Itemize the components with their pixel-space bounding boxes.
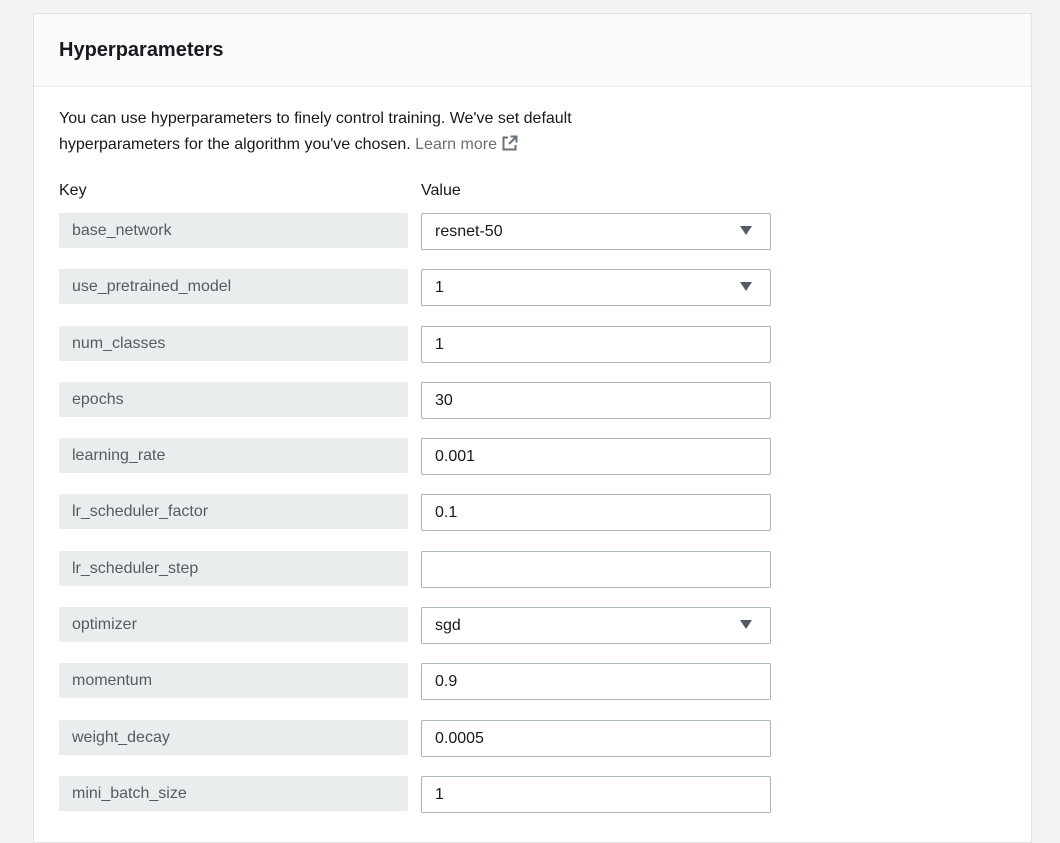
panel-title: Hyperparameters bbox=[59, 38, 224, 61]
hyperparameter-key: num_classes bbox=[59, 325, 408, 361]
hyperparameter-value: 0.9 bbox=[435, 673, 458, 691]
external-link-icon bbox=[501, 135, 518, 161]
hyperparameter-key: lr_scheduler_factor bbox=[59, 494, 408, 530]
hyperparameter-key: epochs bbox=[59, 381, 408, 417]
hyperparameter-key: optimizer bbox=[59, 607, 408, 643]
hyperparameter-value: 0.0005 bbox=[435, 729, 484, 747]
hyperparameter-key: lr_scheduler_step bbox=[59, 550, 408, 586]
hyperparameter-value-input[interactable]: 1 bbox=[421, 325, 771, 363]
hyperparameter-value-input[interactable]: 1 bbox=[421, 775, 771, 813]
hyperparameter-value-input[interactable] bbox=[421, 550, 771, 588]
learn-more-link[interactable]: Learn more bbox=[415, 135, 518, 153]
hyperparameters-panel: Hyperparameters You can use hyperparamet… bbox=[33, 13, 1032, 843]
value-column-header: Value bbox=[421, 182, 461, 199]
hyperparameter-value: sgd bbox=[435, 617, 461, 635]
hyperparameter-value: 0.001 bbox=[435, 448, 476, 466]
hyperparameter-value: 1 bbox=[435, 785, 444, 803]
hyperparameter-value-input[interactable]: 0.9 bbox=[421, 663, 771, 701]
caret-down-icon bbox=[740, 282, 752, 292]
panel-description-block: You can use hyperparameters to finely co… bbox=[59, 106, 679, 161]
hyperparameter-value: 1 bbox=[435, 335, 444, 353]
hyperparameter-value: 0.1 bbox=[435, 504, 458, 522]
hyperparameter-value: 1 bbox=[435, 279, 444, 297]
hyperparameter-value-input[interactable]: 0.001 bbox=[421, 438, 771, 476]
hyperparameter-value-select[interactable]: sgd bbox=[421, 607, 771, 645]
caret-down-icon bbox=[740, 620, 752, 630]
hyperparameter-key: weight_decay bbox=[59, 719, 408, 755]
hyperparameter-key: momentum bbox=[59, 663, 408, 699]
hyperparameter-value-input[interactable]: 0.0005 bbox=[421, 719, 771, 757]
hyperparameter-value: resnet-50 bbox=[435, 223, 503, 240]
hyperparameter-value-select[interactable]: 1 bbox=[421, 269, 771, 307]
learn-more-label: Learn more bbox=[415, 136, 497, 153]
hyperparameter-value-input[interactable]: 0.1 bbox=[421, 494, 771, 532]
hyperparameter-value: 30 bbox=[435, 391, 453, 409]
key-column-header: Key bbox=[59, 182, 87, 199]
hyperparameter-key: base_network bbox=[59, 213, 408, 248]
hyperparameter-value-input[interactable]: 30 bbox=[421, 381, 771, 419]
hyperparameter-key: use_pretrained_model bbox=[59, 269, 408, 305]
panel-header: Hyperparameters bbox=[34, 14, 1031, 87]
hyperparameter-value-select[interactable]: resnet-50 bbox=[421, 213, 771, 250]
hyperparameter-key: mini_batch_size bbox=[59, 775, 408, 811]
hyperparameter-key: learning_rate bbox=[59, 438, 408, 474]
caret-down-icon bbox=[740, 226, 752, 235]
